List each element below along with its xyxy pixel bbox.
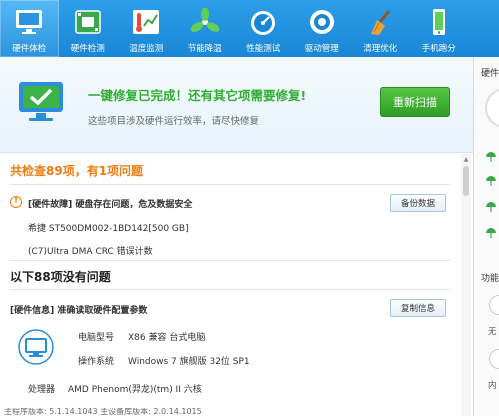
computer-info-icon: [18, 329, 54, 365]
divider: [10, 289, 450, 290]
fault-detail: (C7)Ultra DMA CRC 错误计数: [28, 247, 153, 257]
disk-model: 希捷 ST500DM002-1BD142[500 GB]: [28, 224, 189, 234]
thermometer-icon: [129, 5, 163, 39]
tab-performance[interactable]: 性能测试: [234, 0, 293, 57]
vertical-scrollbar[interactable]: ▲: [461, 154, 471, 416]
tab-label: 节能降温: [187, 44, 222, 54]
tab-hardware-detect[interactable]: 硬件检测: [59, 0, 118, 57]
monitor-check-icon: [19, 82, 63, 121]
ok-section-title: 以下88项没有问题: [10, 270, 111, 284]
main-toolbar: 硬件体检 硬件检测 温度监测 节能降温 性能测试 驱动管理 清理优化 手机跑分: [0, 0, 499, 57]
tab-phone-benchmark[interactable]: 手机跑分: [410, 0, 469, 57]
scroll-up-arrow-icon[interactable]: ▲: [461, 156, 471, 164]
feature-icon[interactable]: [489, 349, 499, 369]
broom-icon: [363, 5, 397, 39]
status-subline: 这些项目涉及硬件运行效率，请尽快修复: [88, 116, 260, 127]
side-panel: 硬件 功能 无 内: [475, 57, 499, 416]
rescan-button[interactable]: 重新扫描: [380, 87, 450, 117]
side-title-features: 功能: [481, 274, 499, 284]
status-headline: 一键修复已完成！还有其它项需要修复!: [88, 88, 307, 103]
divider: [10, 260, 450, 261]
tab-cleanup[interactable]: 清理优化: [351, 0, 410, 57]
tab-label: 性能测试: [246, 44, 281, 54]
tab-label: 清理优化: [363, 44, 398, 54]
phone-icon: [422, 5, 456, 39]
tab-driver-manager[interactable]: 驱动管理: [293, 0, 352, 57]
tab-hardware-checkup[interactable]: 硬件体检: [0, 0, 59, 57]
feature-label: 内: [488, 381, 497, 391]
fault-title: [硬件故障] 硬盘存在问题，危及数据安全: [28, 200, 193, 210]
board-icon: [71, 5, 105, 39]
warning-icon: !: [10, 196, 22, 208]
hwinfo-key: 电脑型号: [78, 333, 115, 343]
check-summary: 共检查89项，有1项问题: [10, 164, 144, 178]
fan-icon: [188, 5, 222, 39]
hwinfo-key: 操作系统: [78, 357, 115, 367]
speedometer-icon: [246, 5, 280, 39]
cpu-key: 处理器: [28, 385, 56, 395]
feature-label: 无: [488, 327, 497, 337]
score-circle: [485, 88, 499, 128]
side-title-hardware: 硬件: [481, 69, 499, 79]
tab-label: 手机跑分: [421, 44, 456, 54]
status-banner: 一键修复已完成！还有其它项需要修复! 这些项目涉及硬件运行效率，请尽快修复 重新…: [0, 57, 473, 153]
copy-info-button[interactable]: 复制信息: [390, 299, 446, 317]
backup-data-button[interactable]: 备份数据: [390, 194, 446, 212]
result-list: 共检查89项，有1项问题 ! [硬件故障] 硬盘存在问题，危及数据安全 备份数据…: [0, 154, 460, 416]
umbrella-icon: [486, 152, 496, 162]
tab-label: 硬件检测: [70, 44, 105, 54]
umbrella-icon: [486, 202, 496, 212]
hwinfo-value: Windows 7 旗舰版 32位 SP1: [128, 357, 250, 367]
umbrella-icon: [486, 228, 496, 238]
version-footer: 主程序版本: 5.1.14.1043 主设备库版本: 2.0.14.1015: [4, 408, 202, 416]
gear-icon: [305, 5, 339, 39]
hwinfo-title: [硬件信息] 准确读取硬件配置参数: [10, 306, 148, 316]
tab-label: 驱动管理: [304, 44, 339, 54]
cpu-value: AMD Phenom(羿龙)(tm) II 六核: [68, 385, 202, 395]
hwinfo-value: X86 兼容 台式电脑: [128, 333, 206, 343]
tab-energy-saving[interactable]: 节能降温: [176, 0, 235, 57]
umbrella-icon: [486, 176, 496, 186]
feature-icon[interactable]: [489, 295, 499, 315]
tab-label: 硬件体检: [12, 44, 47, 54]
monitor-icon: [12, 5, 46, 39]
main-panel: 一键修复已完成！还有其它项需要修复! 这些项目涉及硬件运行效率，请尽快修复 重新…: [0, 57, 474, 416]
tab-temperature[interactable]: 温度监测: [117, 0, 176, 57]
scroll-thumb[interactable]: [463, 166, 469, 196]
tab-label: 温度监测: [129, 44, 164, 54]
divider: [10, 184, 450, 185]
